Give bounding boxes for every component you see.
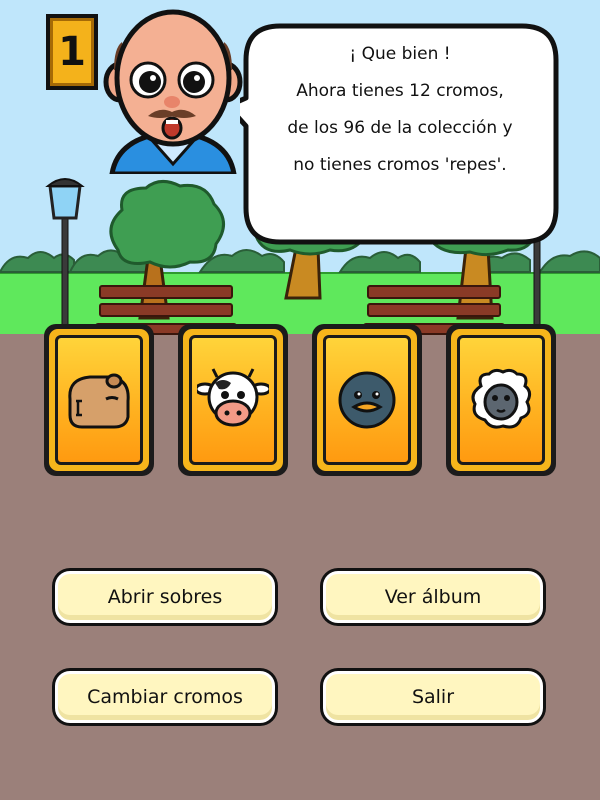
trade-cards-button[interactable]: Cambiar cromos [52,668,278,726]
sticker-card-sheep[interactable] [446,324,556,476]
lamp-post-left [45,178,85,327]
level-number: 1 [58,29,86,75]
cow-icon [197,368,269,427]
exit-label: Salir [323,671,543,723]
dialog-line: de los 96 de la colección y [287,118,513,138]
dialog-line: ¡ Que bien ! [349,44,451,64]
level-badge: 1 [46,14,98,90]
view-album-label: Ver álbum [323,571,543,623]
capybara-icon [68,373,130,429]
dialog-line: no tienes cromos 'repes'. [293,155,507,175]
sticker-card-penguin[interactable] [312,324,422,476]
penguin-icon [338,371,396,429]
open-packs-label: Abrir sobres [55,571,275,623]
sticker-card-capybara[interactable] [44,324,154,476]
dialog-text: ¡ Que bien ! Ahora tienes 12 cromos, de … [252,36,548,184]
open-packs-button[interactable]: Abrir sobres [52,568,278,626]
character-avatar [103,9,243,174]
sheep-icon [471,368,532,429]
exit-button[interactable]: Salir [320,668,546,726]
sticker-card-cow[interactable] [178,324,288,476]
dialog-line: Ahora tienes 12 cromos, [296,81,504,101]
trade-cards-label: Cambiar cromos [55,671,275,723]
game-scene: 1 ¡ Que bien ! Ahora tienes 12 cromos, d… [0,0,600,800]
view-album-button[interactable]: Ver álbum [320,568,546,626]
